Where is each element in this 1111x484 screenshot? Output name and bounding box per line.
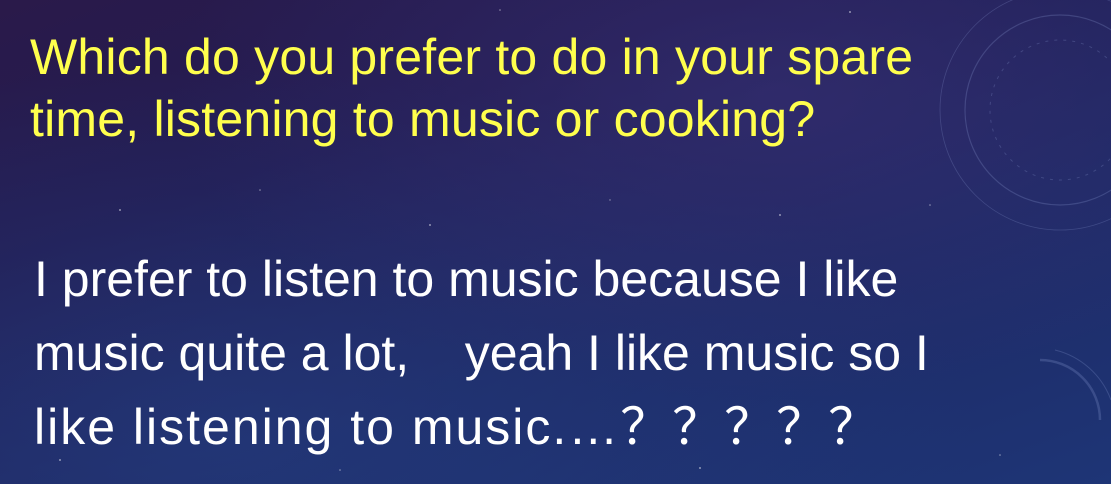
answer-line-1: I prefer to listen to music because I li… xyxy=(34,251,899,307)
slide: { "slide": { "question_lines": [ "Which … xyxy=(0,0,1111,484)
answer-line-3: like listening to music.…？？？？？ xyxy=(34,399,881,455)
answer-line-2: music quite a lot, yeah I like music so … xyxy=(34,325,929,381)
question-text: Which do you prefer to do in your spare … xyxy=(30,26,1090,150)
question-line-1: Which do you prefer to do in your spare xyxy=(30,29,914,85)
question-line-2: time, listening to music or cooking? xyxy=(30,91,816,147)
answer-text: I prefer to listen to music because I li… xyxy=(34,242,1104,464)
